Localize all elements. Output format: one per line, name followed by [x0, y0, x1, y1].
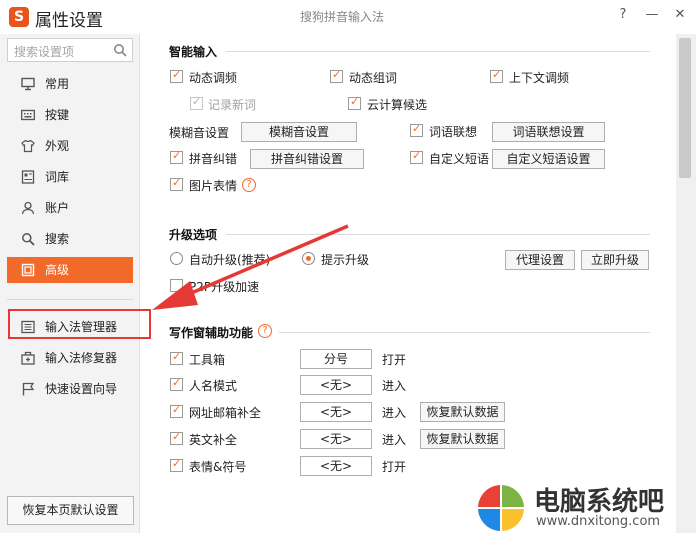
watermark-brand: 电脑系统吧	[534, 487, 665, 517]
watermark-url: www.dnxitong.com	[536, 514, 661, 529]
annotation-arrow-icon	[152, 224, 349, 310]
windows-logo-icon	[478, 485, 524, 531]
